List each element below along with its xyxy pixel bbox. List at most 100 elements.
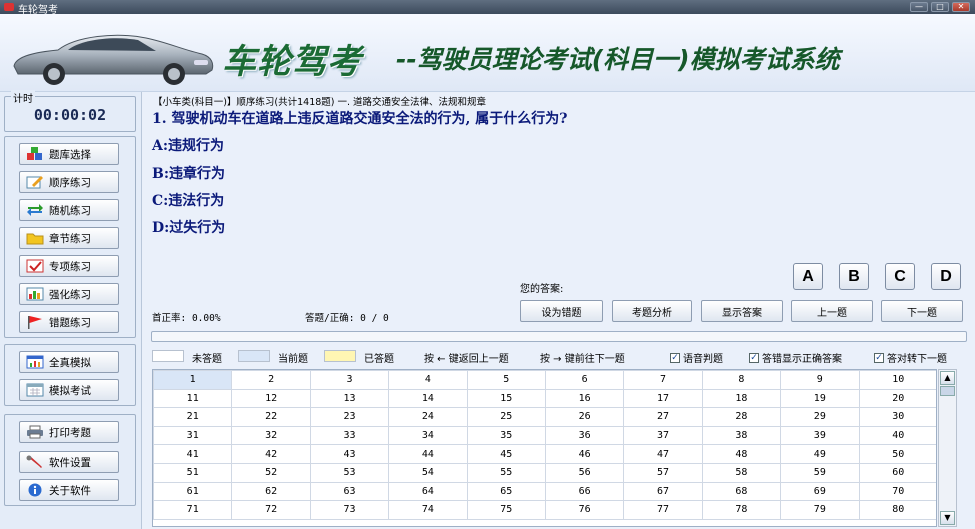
question-cell[interactable]: 66: [544, 481, 625, 502]
question-cell[interactable]: 16: [544, 388, 625, 409]
question-cell[interactable]: 42: [231, 444, 311, 464]
voice-judge-checkbox[interactable]: ✓ 语音判题: [670, 350, 723, 365]
question-cell[interactable]: 57: [623, 462, 703, 483]
question-cell[interactable]: 47: [623, 444, 703, 464]
question-cell[interactable]: 35: [466, 425, 546, 446]
question-cell[interactable]: 3: [309, 370, 390, 390]
option-d[interactable]: D:过失行为: [152, 217, 225, 237]
question-cell[interactable]: 15: [466, 388, 546, 409]
question-cell[interactable]: 46: [544, 444, 625, 464]
random-practice-button[interactable]: 随机练习: [19, 199, 119, 221]
question-analysis-button[interactable]: 考题分析: [612, 300, 692, 322]
question-cell[interactable]: 25: [466, 407, 546, 427]
scroll-thumb[interactable]: [940, 386, 955, 396]
show-answer-button[interactable]: 显示答案: [701, 300, 783, 322]
option-b[interactable]: B:违章行为: [152, 163, 225, 183]
question-cell[interactable]: 37: [623, 425, 703, 446]
question-cell[interactable]: 43: [309, 444, 390, 464]
mock-exam-button[interactable]: 模拟考试: [19, 379, 119, 401]
question-cell[interactable]: 54: [388, 462, 468, 483]
question-cell[interactable]: 21: [153, 407, 233, 427]
question-cell[interactable]: 69: [780, 481, 860, 502]
question-cell[interactable]: 31: [153, 425, 233, 446]
print-questions-button[interactable]: 打印考题: [19, 421, 119, 443]
question-cell[interactable]: 68: [701, 481, 782, 502]
question-cell[interactable]: 63: [309, 481, 390, 502]
scroll-down-button[interactable]: ▼: [940, 511, 955, 525]
next-question-button[interactable]: 下一题: [881, 300, 963, 322]
scroll-up-button[interactable]: ▲: [940, 371, 955, 385]
show-correct-on-wrong-checkbox[interactable]: ✓ 答错显示正确答案: [749, 350, 842, 365]
question-cell[interactable]: 38: [701, 425, 782, 446]
answer-b-button[interactable]: B: [839, 263, 869, 290]
question-cell[interactable]: 67: [623, 481, 703, 502]
question-cell[interactable]: 24: [388, 407, 468, 427]
question-bank-button[interactable]: 题库选择: [19, 143, 119, 165]
about-software-button[interactable]: 关于软件: [19, 479, 119, 501]
question-cell[interactable]: 74: [388, 500, 468, 520]
question-cell[interactable]: 40: [858, 425, 936, 446]
question-cell[interactable]: 64: [388, 481, 468, 502]
question-cell[interactable]: 29: [780, 407, 860, 427]
question-cell[interactable]: 65: [466, 481, 546, 502]
question-cell[interactable]: 78: [701, 500, 782, 520]
question-cell[interactable]: 61: [153, 481, 233, 502]
option-c[interactable]: C:违法行为: [152, 190, 224, 210]
question-cell[interactable]: 62: [231, 481, 311, 502]
close-button[interactable]: ✕: [952, 2, 970, 12]
question-cell[interactable]: 77: [623, 500, 703, 520]
question-cell[interactable]: 9: [780, 370, 860, 390]
next-on-correct-checkbox[interactable]: ✓ 答对转下一题: [874, 350, 947, 365]
chapter-practice-button[interactable]: 章节练习: [19, 227, 119, 249]
question-cell[interactable]: 23: [309, 407, 390, 427]
special-practice-button[interactable]: 专项练习: [19, 255, 119, 277]
full-simulation-button[interactable]: 全真模拟: [19, 351, 119, 373]
question-cell[interactable]: 34: [388, 425, 468, 446]
question-cell[interactable]: 75: [466, 500, 546, 520]
question-cell[interactable]: 39: [780, 425, 860, 446]
answer-a-button[interactable]: A: [793, 263, 823, 290]
answer-c-button[interactable]: C: [885, 263, 915, 290]
question-cell[interactable]: 6: [544, 370, 625, 390]
question-cell[interactable]: 56: [544, 462, 625, 483]
question-cell[interactable]: 48: [701, 444, 782, 464]
question-cell[interactable]: 58: [701, 462, 782, 483]
question-cell[interactable]: 7: [623, 370, 703, 390]
question-cell[interactable]: 5: [466, 370, 546, 390]
question-cell[interactable]: 53: [309, 462, 390, 483]
question-cell[interactable]: 8: [701, 370, 782, 390]
question-cell[interactable]: 26: [544, 407, 625, 427]
wrong-questions-button[interactable]: 错题练习: [19, 311, 119, 333]
mark-wrong-button[interactable]: 设为错题: [520, 300, 603, 322]
question-cell[interactable]: 17: [623, 388, 703, 409]
question-cell[interactable]: 30: [858, 407, 936, 427]
question-cell[interactable]: 18: [701, 388, 782, 409]
option-a[interactable]: A:违规行为: [152, 135, 224, 155]
question-cell[interactable]: 51: [153, 462, 233, 483]
question-cell[interactable]: 71: [153, 500, 233, 520]
question-cell[interactable]: 76: [544, 500, 625, 520]
question-cell[interactable]: 32: [231, 425, 311, 446]
question-cell[interactable]: 2: [231, 370, 311, 390]
question-cell[interactable]: 20: [858, 388, 936, 409]
question-cell[interactable]: 36: [544, 425, 625, 446]
question-cell[interactable]: 72: [231, 500, 311, 520]
sequential-practice-button[interactable]: 顺序练习: [19, 171, 119, 193]
question-cell[interactable]: 55: [466, 462, 546, 483]
question-cell[interactable]: 41: [153, 444, 233, 464]
question-cell[interactable]: 33: [309, 425, 390, 446]
question-cell[interactable]: 27: [623, 407, 703, 427]
question-cell[interactable]: 52: [231, 462, 311, 483]
maximize-button[interactable]: □: [931, 2, 949, 12]
software-settings-button[interactable]: 软件设置: [19, 451, 119, 473]
question-cell[interactable]: 19: [780, 388, 860, 409]
question-cell[interactable]: 50: [858, 444, 936, 464]
intensive-practice-button[interactable]: 强化练习: [19, 283, 119, 305]
question-cell[interactable]: 70: [858, 481, 936, 502]
minimize-button[interactable]: —: [910, 2, 928, 12]
question-cell[interactable]: 59: [780, 462, 860, 483]
question-cell[interactable]: 13: [309, 388, 390, 409]
question-cell[interactable]: 28: [701, 407, 782, 427]
question-cell[interactable]: 14: [388, 388, 468, 409]
question-cell[interactable]: 49: [780, 444, 860, 464]
